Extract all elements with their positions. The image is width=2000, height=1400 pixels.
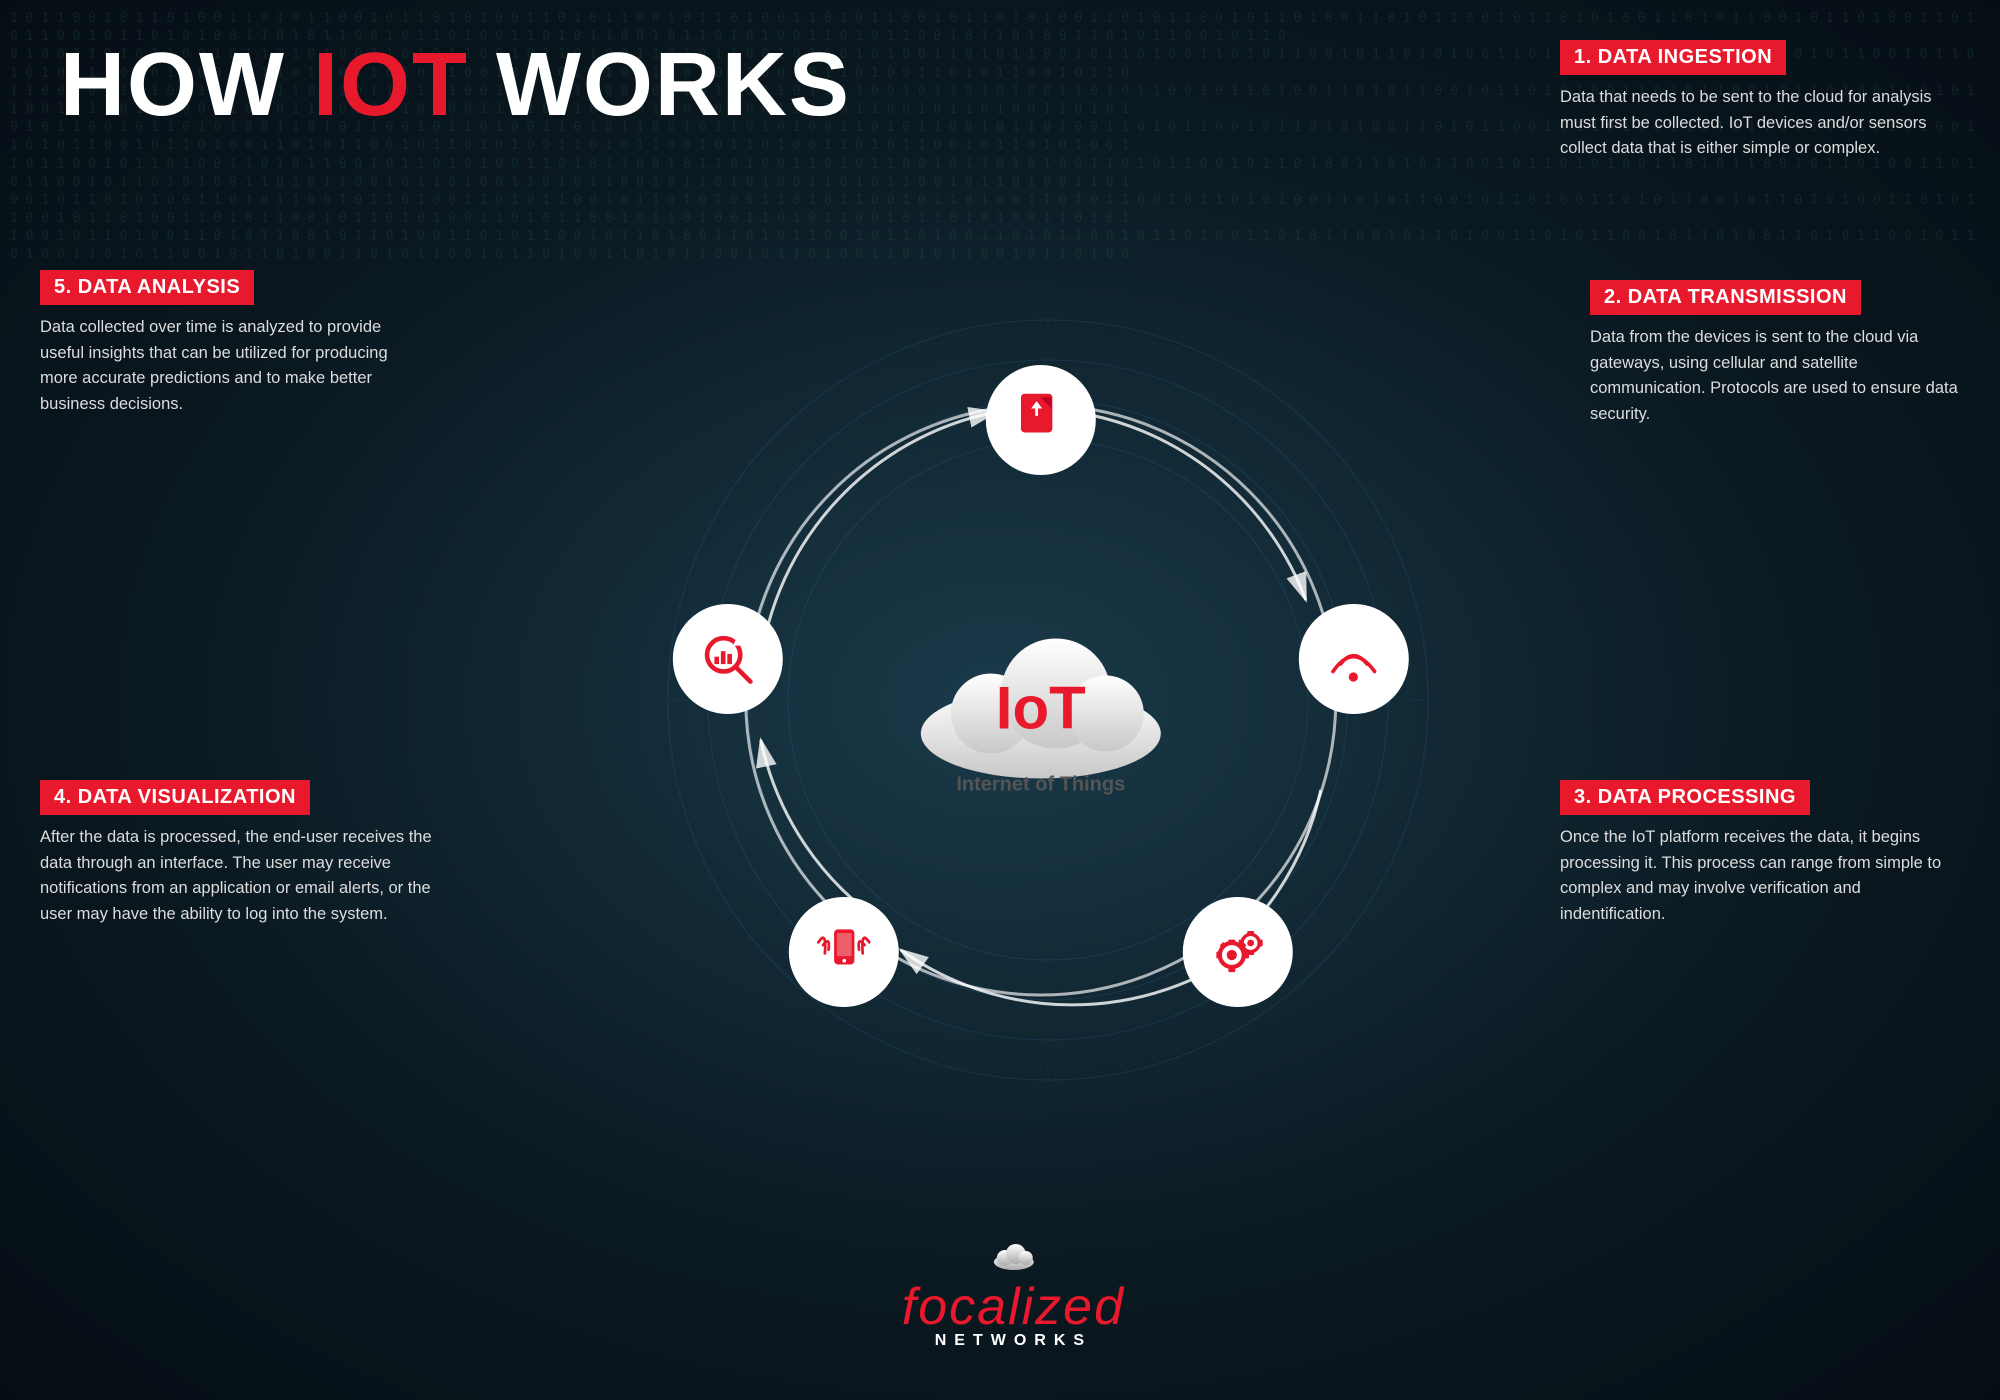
iot-center: IoT Internet of Things — [901, 604, 1181, 797]
logo-cloud-icon — [902, 1238, 1125, 1275]
info-title-3: 3. DATA PROCESSING — [1560, 780, 1810, 815]
center-diagram: IoT Internet of Things — [701, 360, 1381, 1040]
info-text-4: After the data is processed, the end-use… — [40, 825, 460, 927]
info-box-3: 3. DATA PROCESSING Once the IoT platform… — [1560, 780, 1960, 927]
icon-data-analysis — [673, 604, 783, 714]
info-box-5: 5. DATA ANALYSIS Data collected over tim… — [40, 270, 420, 417]
info-box-1: 1. DATA INGESTION Data that needs to be … — [1560, 40, 1940, 162]
info-text-5: Data collected over time is analyzed to … — [40, 315, 420, 417]
page-title: HOW IoT WORKS — [60, 40, 851, 130]
icon-data-ingestion — [986, 365, 1096, 475]
cloud-icon: IoT — [901, 604, 1181, 784]
info-text-3: Once the IoT platform receives the data,… — [1560, 825, 1960, 927]
info-title-5: 5. DATA ANALYSIS — [40, 270, 254, 305]
logo-brand-name: ffocalizedocalized — [902, 1277, 1125, 1337]
icon-data-processing — [1183, 897, 1293, 1007]
info-title-2: 2. DATA TRANSMISSION — [1590, 280, 1861, 315]
info-text-1: Data that needs to be sent to the cloud … — [1560, 85, 1940, 162]
title-iot: IoT — [313, 35, 469, 135]
title-works: WORKS — [469, 35, 851, 135]
icon-data-visualization — [789, 897, 899, 1007]
info-box-4: 4. DATA VISUALIZATION After the data is … — [40, 780, 460, 927]
info-title-1: 1. DATA INGESTION — [1560, 40, 1786, 75]
info-box-2: 2. DATA TRANSMISSION Data from the devic… — [1590, 280, 1970, 427]
info-text-2: Data from the devices is sent to the clo… — [1590, 325, 1970, 427]
icon-data-transmission — [1299, 604, 1409, 714]
logo-networks-label: NETWORKS — [902, 1332, 1125, 1350]
title-how: HOW — [60, 35, 313, 135]
info-title-4: 4. DATA VISUALIZATION — [40, 780, 310, 815]
logo-brand-f: f — [902, 1278, 918, 1336]
company-logo: ffocalizedocalized NETWORKS — [902, 1238, 1125, 1350]
svg-text:IoT: IoT — [996, 675, 1086, 742]
main-content: HOW IoT WORKS — [0, 0, 2000, 1400]
